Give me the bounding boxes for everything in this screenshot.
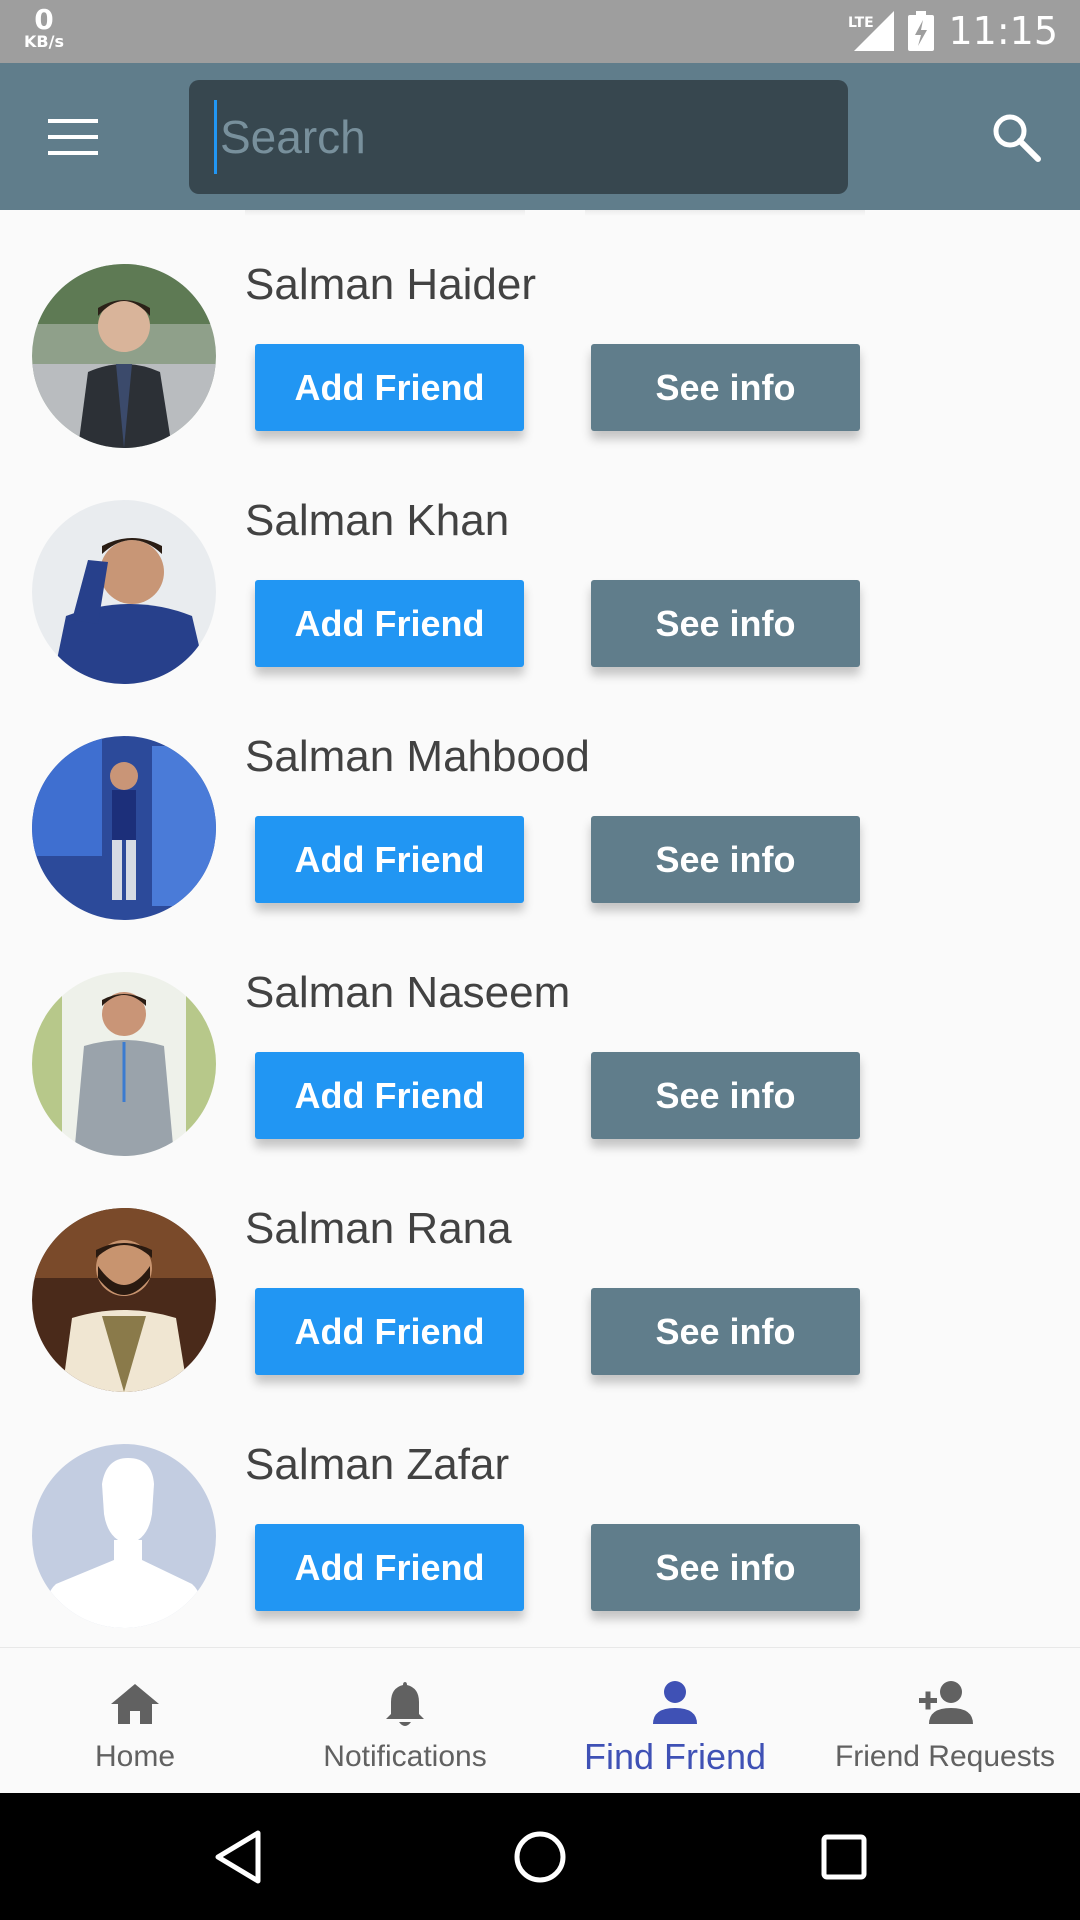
person-icon	[653, 1681, 697, 1724]
system-navigation-bar	[0, 1793, 1080, 1920]
search-input[interactable]	[214, 100, 814, 174]
person-name: Salman Khan	[245, 496, 510, 545]
avatar[interactable]	[32, 972, 216, 1156]
add-friend-button[interactable]: Add Friend	[255, 344, 524, 431]
nav-item-find-friend[interactable]: Find Friend	[540, 1648, 810, 1793]
list-item: Salman Mahbood Add Friend See info	[0, 682, 1080, 920]
nav-item-notifications[interactable]: Notifications	[270, 1648, 540, 1793]
see-info-button[interactable]: See info	[591, 1288, 860, 1375]
recents-square-icon[interactable]	[814, 1827, 874, 1887]
nav-item-home[interactable]: Home	[0, 1648, 270, 1793]
add-friend-button[interactable]: Add Friend	[255, 580, 524, 667]
person-add-icon	[919, 1681, 973, 1724]
list-item: Salman Zafar Add Friend See info	[0, 1390, 1080, 1628]
person-name: Salman Rana	[245, 1204, 512, 1253]
see-info-button[interactable]: See info	[591, 1052, 860, 1139]
nav-label: Friend Requests	[834, 1740, 1056, 1773]
app-toolbar	[0, 63, 1080, 210]
network-speed-unit: KB/s	[24, 32, 64, 51]
list-item: Salman Haider Add Friend See info	[0, 210, 1080, 448]
avatar[interactable]	[32, 500, 216, 684]
hamburger-menu-icon[interactable]	[42, 111, 104, 163]
list-item: Salman Khan Add Friend See info	[0, 446, 1080, 684]
see-info-button[interactable]: See info	[591, 816, 860, 903]
person-name: Salman Zafar	[245, 1440, 510, 1489]
add-friend-button[interactable]: Add Friend	[255, 1052, 524, 1139]
nav-label: Find Friend	[583, 1736, 767, 1777]
back-triangle-icon[interactable]	[208, 1827, 268, 1887]
avatar[interactable]	[32, 736, 216, 920]
person-name: Salman Naseem	[245, 968, 571, 1017]
nav-item-friend-requests[interactable]: Friend Requests	[810, 1648, 1080, 1793]
search-icon[interactable]	[990, 111, 1042, 163]
see-info-button[interactable]: See info	[591, 344, 860, 431]
avatar[interactable]	[32, 1208, 216, 1392]
bottom-navigation: Home Notifications Find Friend Friend Re…	[0, 1647, 1080, 1793]
bell-icon	[386, 1682, 424, 1726]
network-speed-value: 0	[34, 3, 54, 36]
battery-charging-icon	[908, 11, 935, 51]
network-speed: 0 KB/s	[24, 6, 64, 50]
see-info-button[interactable]: See info	[591, 1524, 860, 1611]
avatar[interactable]	[32, 1444, 216, 1628]
status-clock: 11:15	[948, 9, 1058, 53]
status-bar: 0 KB/s LTE 11:15	[0, 0, 1080, 63]
network-type-label: LTE	[848, 15, 874, 31]
avatar[interactable]	[32, 264, 216, 448]
add-friend-button[interactable]: Add Friend	[255, 816, 524, 903]
default-avatar-icon	[32, 1444, 216, 1628]
home-circle-icon[interactable]	[510, 1827, 570, 1887]
person-name: Salman Haider	[245, 260, 537, 309]
home-icon	[111, 1684, 159, 1724]
search-box	[189, 80, 848, 194]
list-item: Salman Rana Add Friend See info	[0, 1154, 1080, 1392]
add-friend-button[interactable]: Add Friend	[255, 1288, 524, 1375]
lte-signal-icon: LTE	[848, 11, 895, 51]
list-item: Salman Naseem Add Friend See info	[0, 918, 1080, 1156]
person-name: Salman Mahbood	[245, 732, 590, 781]
people-list[interactable]: Salman Haider Add Friend See info Salman…	[0, 210, 1080, 1647]
add-friend-button[interactable]: Add Friend	[255, 1524, 524, 1611]
nav-label: Notifications	[323, 1740, 487, 1773]
nav-label: Home	[94, 1740, 176, 1773]
see-info-button[interactable]: See info	[591, 580, 860, 667]
